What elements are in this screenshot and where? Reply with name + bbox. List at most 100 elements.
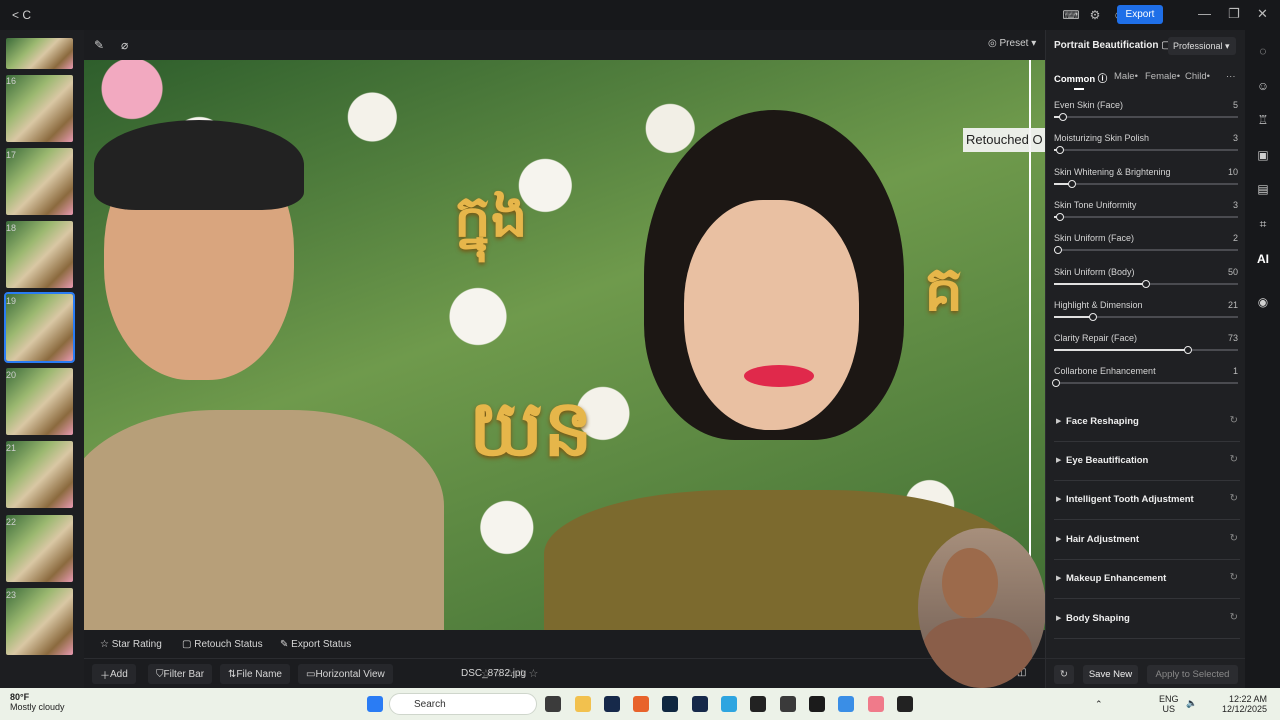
filter-bar-button[interactable]: ⛉ Filter Bar (148, 664, 213, 684)
slider-row[interactable]: Skin Whitening & Brightening 10 (1054, 167, 1238, 197)
thumbnail[interactable] (6, 221, 73, 288)
slider-row[interactable]: Collarbone Enhancement 1 (1051, 366, 1238, 396)
slider-track[interactable] (1054, 279, 1238, 288)
slider-row[interactable]: Even Skin (Face) 5 (1054, 100, 1238, 130)
slider-row[interactable]: Clarity Repair (Face) 73 (1054, 333, 1238, 363)
eraser-tool-icon[interactable]: ⌀ (121, 38, 128, 52)
slider-track[interactable] (1053, 246, 1238, 255)
preset-button[interactable]: ◎ Preset ▾ (988, 38, 1036, 49)
more-icon[interactable]: ··· (1226, 71, 1236, 82)
thumbnail[interactable] (6, 38, 73, 69)
slider-track[interactable] (1054, 113, 1238, 121)
thumbnail[interactable] (6, 441, 73, 508)
start-icon[interactable] (367, 696, 383, 712)
reset-icon[interactable]: ↻ (1230, 572, 1238, 583)
maximize-icon[interactable]: ❐ (1228, 6, 1240, 22)
keyboard-icon[interactable]: ⌨ (1062, 6, 1080, 24)
color-adjust-icon[interactable]: ◌ (1256, 44, 1270, 58)
shirt-icon[interactable]: ♖ (1256, 113, 1270, 127)
export-status-button[interactable]: ✎ Export Status (280, 639, 351, 650)
slider-row[interactable]: Skin Tone Uniformity 3 (1054, 200, 1238, 230)
app-m-icon[interactable] (809, 696, 825, 712)
reset-icon[interactable]: ↻ (1230, 612, 1238, 623)
thumbnail[interactable] (6, 515, 73, 582)
app-icon[interactable] (780, 696, 796, 712)
reset-icon[interactable]: ↻ (1230, 454, 1238, 465)
clock[interactable]: 12:22 AM 12/12/2025 (1222, 694, 1267, 714)
export-button[interactable]: Export (1117, 5, 1163, 24)
thumbnail[interactable] (6, 148, 73, 215)
section-eye-beautification[interactable]: ▶ Eye Beautification ↻ (1054, 443, 1240, 481)
telegram-icon[interactable] (721, 696, 737, 712)
slider-knob[interactable] (1059, 113, 1068, 121)
photo-canvas[interactable]: ក្នុង យន គ (84, 60, 1045, 630)
thumbnail[interactable] (6, 588, 73, 655)
tab-child[interactable]: Child• (1185, 71, 1210, 82)
capcut-icon[interactable] (750, 696, 766, 712)
slider-track[interactable] (1051, 379, 1238, 388)
photoshop-icon[interactable] (604, 696, 620, 712)
tab-female[interactable]: Female• (1145, 71, 1180, 82)
portrait-icon[interactable]: ☺ (1256, 79, 1270, 93)
reset-icon[interactable]: ↻ (1230, 533, 1238, 544)
slider-knob[interactable] (1142, 279, 1150, 288)
taskbar-search[interactable]: Search (389, 693, 537, 715)
ai-icon[interactable]: AI (1256, 252, 1270, 266)
slider-knob[interactable] (1051, 379, 1060, 388)
photoshop-alt-icon[interactable] (692, 696, 708, 712)
firefox-icon[interactable] (633, 696, 649, 712)
crop-icon[interactable]: ⌗ (1256, 217, 1270, 231)
image-icon[interactable]: ▣ (1256, 148, 1270, 162)
star-rating-button[interactable]: ☆ Star Rating (100, 639, 162, 650)
camera-icon[interactable]: ◉ (1256, 295, 1270, 309)
slider-track[interactable] (1054, 212, 1238, 221)
retouch-status-button[interactable]: ▢ Retouch Status (182, 639, 263, 650)
tab-male[interactable]: Male• (1114, 71, 1138, 82)
settings-icon[interactable]: ⚙ (1086, 6, 1104, 24)
slider-row[interactable]: Skin Uniform (Face) 2 (1053, 233, 1238, 263)
language-indicator[interactable]: ENG US (1159, 694, 1179, 714)
slider-knob[interactable] (1055, 146, 1064, 155)
thumbnail-selected[interactable] (4, 292, 75, 363)
tab-common[interactable]: Common ⓘ (1054, 71, 1107, 85)
section-tooth-adjustment[interactable]: ▶ Intelligent Tooth Adjustment ↻ (1054, 482, 1240, 520)
slider-knob[interactable] (1184, 346, 1193, 355)
section-face-reshaping[interactable]: ▶ Face Reshaping ↻ (1054, 404, 1240, 442)
section-hair-adjustment[interactable]: ▶ Hair Adjustment ↻ (1054, 522, 1240, 560)
slider-knob[interactable] (1055, 212, 1064, 221)
file-name-button[interactable]: ⇅ File Name (220, 664, 290, 684)
add-button[interactable]: ＋ Add (92, 664, 136, 684)
reset-icon[interactable]: ↻ (1230, 493, 1238, 504)
slider-track[interactable] (1054, 346, 1238, 355)
slider-row[interactable]: Highlight & Dimension 21 (1054, 300, 1238, 330)
mode-select[interactable]: Professional ▾ (1168, 37, 1236, 55)
volume-icon[interactable]: 🔈 (1186, 698, 1197, 709)
slider-knob[interactable] (1068, 179, 1077, 188)
text-icon[interactable]: ▤ (1256, 182, 1270, 196)
lightroom-icon[interactable] (662, 696, 678, 712)
tray-arrow-icon[interactable]: ⌃ (1095, 699, 1103, 710)
reset-icon[interactable]: ↻ (1230, 415, 1238, 426)
section-makeup-enhancement[interactable]: ▶ Makeup Enhancement ↻ (1054, 561, 1240, 599)
thumbnail[interactable] (6, 75, 73, 142)
slider-track[interactable] (1054, 179, 1238, 188)
capcut-alt-icon[interactable] (897, 696, 913, 712)
slider-track[interactable] (1054, 146, 1238, 155)
brush-tool-icon[interactable]: ✎ (94, 38, 104, 52)
save-new-button[interactable]: Save New (1083, 665, 1138, 684)
reset-all-icon[interactable]: ↻ (1054, 665, 1074, 684)
back-button[interactable]: < C (12, 8, 31, 22)
horizontal-view-button[interactable]: ▭ Horizontal View (298, 664, 393, 684)
slider-knob[interactable] (1088, 312, 1097, 321)
file-explorer-icon[interactable] (575, 696, 591, 712)
apply-to-selected-button[interactable]: Apply to Selected (1147, 665, 1238, 684)
close-icon[interactable]: ✕ (1257, 6, 1268, 22)
slider-knob[interactable] (1053, 246, 1062, 255)
thumbnail[interactable] (6, 368, 73, 435)
minimize-icon[interactable]: — (1198, 6, 1211, 21)
slider-row[interactable]: Moisturizing Skin Polish 3 (1054, 133, 1238, 163)
app-blue-icon[interactable] (838, 696, 854, 712)
section-body-shaping[interactable]: ▶ Body Shaping ↻ (1054, 601, 1240, 639)
slider-row[interactable]: Skin Uniform (Body) 50 (1054, 267, 1238, 297)
app-active-icon[interactable] (868, 696, 884, 712)
